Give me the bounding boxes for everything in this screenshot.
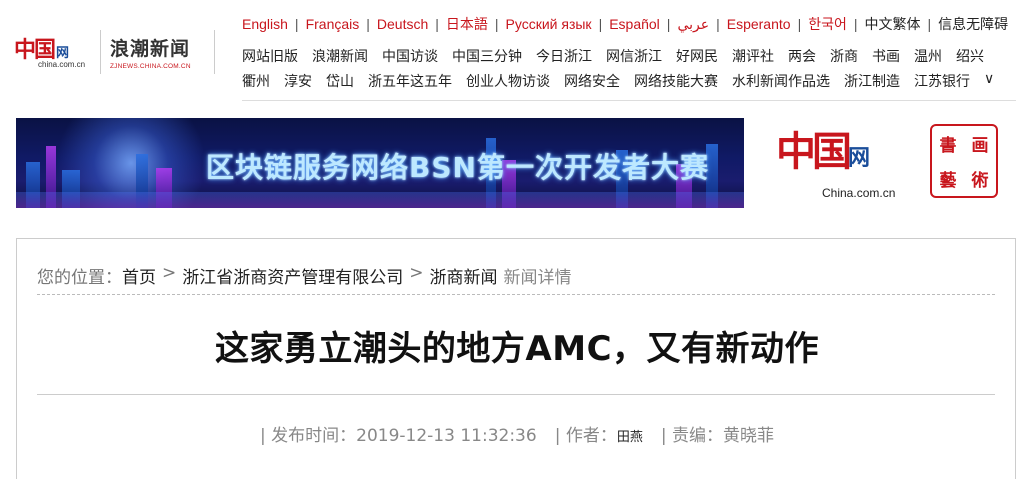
lang-korean[interactable]: 한국어 — [808, 14, 847, 34]
nav-item[interactable]: 网信浙江 — [606, 46, 662, 66]
author-label: | 作者： — [554, 426, 617, 446]
lang-russian[interactable]: Русский язык — [506, 16, 592, 32]
china-net-ad-logo[interactable]: 中国网 China.com.cn — [776, 122, 906, 204]
channel-nav-row-1: 网站旧版 浪潮新闻 中国访谈 中国三分钟 今日浙江 网信浙江 好网民 潮评社 两… — [242, 46, 998, 66]
china-logo-url: china.com.cn — [38, 60, 86, 69]
author-name: 田燕 — [616, 430, 643, 445]
nav-item[interactable]: 好网民 — [676, 46, 718, 66]
nav-item[interactable]: 两会 — [788, 46, 816, 66]
article-container: 您的位置： 首页 > 浙江省浙商资产管理有限公司 > 浙商新闻 新闻详情 这家勇… — [16, 238, 1016, 479]
breadcrumb-divider — [37, 294, 995, 295]
china-logo-suffix: 网 — [56, 46, 70, 61]
banner-title: 区块链服务网络BSN第一次开发者大赛 — [206, 151, 709, 184]
nav-item[interactable]: 创业人物访谈 — [466, 71, 550, 91]
breadcrumb-prefix: 您的位置： — [37, 268, 122, 288]
ad-china-url: China.com.cn — [822, 186, 896, 200]
nav-item[interactable]: 水利新闻作品选 — [732, 71, 830, 91]
nav-item[interactable]: 中国访谈 — [382, 46, 438, 66]
banner-floor-decoration — [16, 192, 744, 208]
nav-item[interactable]: 浪潮新闻 — [312, 46, 368, 66]
seal-char: 藝 — [939, 171, 957, 191]
zjnews-logo-url: ZJNEWS.CHINA.COM.CN — [110, 63, 191, 70]
nav-more-chevron-icon[interactable]: ∨ — [984, 71, 994, 91]
nav-item[interactable]: 绍兴 — [956, 46, 984, 66]
nav-item[interactable]: 今日浙江 — [536, 46, 592, 66]
breadcrumb-home[interactable]: 首页 — [122, 263, 156, 288]
language-bar: English | Français | Deutsch | 日本語 | Русский… — [242, 14, 1009, 34]
nav-item[interactable]: 潮评社 — [732, 46, 774, 66]
nav-item[interactable]: 淳安 — [284, 71, 312, 91]
ad-china-mark-main: 中国 — [776, 128, 852, 175]
article-meta: | 发布时间：2019-12-13 11:32:36 | 作者：田燕 | 责编：黄晓… — [17, 421, 1017, 446]
seal-char: 術 — [971, 171, 989, 191]
breadcrumb-separator: > — [409, 263, 424, 283]
seal-char: 画 — [971, 136, 989, 156]
lang-french[interactable]: Français — [306, 16, 360, 32]
zjnews-logo[interactable]: 浪潮新闻 ZJNEWS.CHINA.COM.CN — [110, 34, 202, 74]
editor-name: 黄晓菲 — [723, 426, 774, 446]
nav-item[interactable]: 书画 — [872, 46, 900, 66]
publish-label: | 发布时间： — [260, 426, 357, 446]
nav-item[interactable]: 岱山 — [326, 71, 354, 91]
channel-nav-row-2: 衢州 淳安 岱山 浙五年这五年 创业人物访谈 网络安全 网络技能大赛 水利新闻作… — [242, 71, 1008, 91]
lang-traditional-chinese[interactable]: 中文繁体 — [864, 14, 920, 34]
lang-esperanto[interactable]: Esperanto — [727, 16, 791, 32]
nav-item[interactable]: 江苏银行 — [914, 71, 970, 91]
china-net-logo[interactable]: 中国网 china.com.cn — [14, 32, 92, 76]
nav-item[interactable]: 浙商 — [830, 46, 858, 66]
accessibility-link[interactable]: 信息无障碍 — [938, 14, 1008, 34]
title-divider — [37, 394, 995, 395]
bsn-contest-banner[interactable]: 区块链服务网络BSN第一次开发者大赛 — [16, 118, 744, 208]
lang-german[interactable]: Deutsch — [377, 16, 428, 32]
breadcrumb: 您的位置： 首页 > 浙江省浙商资产管理有限公司 > 浙商新闻 新闻详情 — [37, 263, 572, 288]
logo-divider — [100, 30, 101, 74]
nav-item[interactable]: 网络安全 — [564, 71, 620, 91]
nav-item[interactable]: 网站旧版 — [242, 46, 298, 66]
article-title: 这家勇立潮头的地方AMC，又有新动作 — [214, 329, 820, 369]
lang-arabic[interactable]: عربي — [677, 16, 709, 33]
nav-item[interactable]: 浙江制造 — [844, 71, 900, 91]
nav-item[interactable]: 中国三分钟 — [452, 46, 522, 66]
calligraphy-seal-logo[interactable]: 書 画 藝 術 — [930, 124, 998, 198]
breadcrumb-company[interactable]: 浙江省浙商资产管理有限公司 — [182, 263, 403, 288]
nav-item[interactable]: 浙五年这五年 — [368, 71, 452, 91]
logo-divider — [214, 30, 215, 74]
nav-item[interactable]: 温州 — [914, 46, 942, 66]
lang-english[interactable]: English — [242, 16, 288, 32]
ad-china-mark-suffix: 网 — [848, 145, 871, 171]
breadcrumb-separator: > — [162, 263, 177, 283]
editor-label: | 责编： — [660, 426, 723, 446]
nav-item[interactable]: 衢州 — [242, 71, 270, 91]
seal-char: 書 — [939, 136, 957, 156]
site-header: 中国网 china.com.cn 浪潮新闻 ZJNEWS.CHINA.COM.C… — [0, 0, 1035, 101]
lang-japanese[interactable]: 日本語 — [446, 14, 488, 34]
lang-spanish[interactable]: Español — [609, 16, 660, 32]
nav-item[interactable]: 网络技能大赛 — [634, 71, 718, 91]
breadcrumb-section[interactable]: 浙商新闻 — [430, 263, 498, 288]
breadcrumb-current: 新闻详情 — [503, 268, 572, 288]
header-divider — [242, 100, 1016, 101]
publish-time: 2019-12-13 11:32:36 — [356, 426, 537, 446]
zjnews-logo-mark: 浪潮新闻 — [110, 38, 191, 60]
